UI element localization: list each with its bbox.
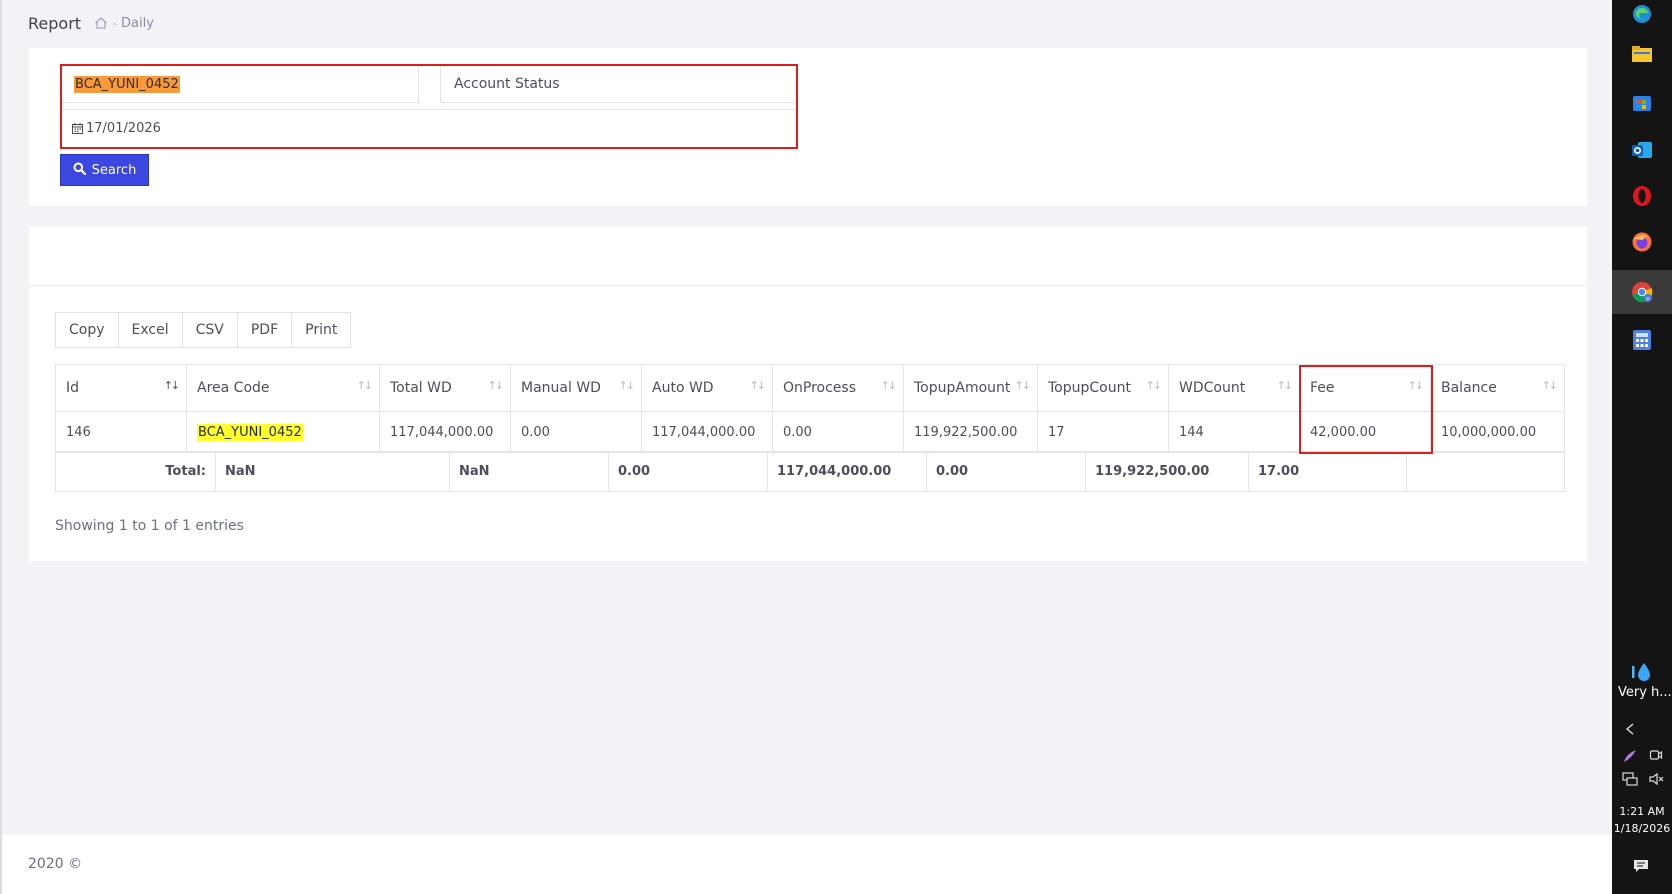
table-row: 146 BCA_YUNI_0452 117,044,000.00 0.00 11… xyxy=(55,411,1565,453)
total-value: 0.00 xyxy=(608,451,768,492)
breadcrumb-current[interactable]: Daily xyxy=(121,16,154,31)
header-balance[interactable]: Balance ↑↓ xyxy=(1430,364,1565,412)
chevron-left-icon[interactable] xyxy=(1625,723,1635,738)
pdf-button[interactable]: PDF xyxy=(238,313,293,347)
search-button-label: Search xyxy=(91,162,137,178)
area-code-highlight: BCA_YUNI_0452 xyxy=(197,423,303,441)
totals-row-table: Total: NaN NaN 0.00 117,044,000.00 0.00 … xyxy=(55,451,1565,492)
search-button[interactable]: Search xyxy=(60,154,149,186)
taskbar-time[interactable]: 1:21 AM xyxy=(1612,805,1672,818)
cell-balance: 10,000,000.00 xyxy=(1430,411,1565,453)
header-onprocess[interactable]: OnProcess ↑↓ xyxy=(772,364,904,412)
print-button[interactable]: Print xyxy=(292,313,350,347)
taskbar-date[interactable]: 1/18/2026 xyxy=(1612,822,1672,835)
chrome-profile-icon[interactable]: p xyxy=(1628,278,1656,306)
export-buttons: Copy Excel CSV PDF Print xyxy=(55,312,352,348)
svg-text:p: p xyxy=(1646,296,1649,302)
sort-icon: ↑↓ xyxy=(1276,379,1294,392)
totals-label: Total: xyxy=(55,451,216,492)
sort-icon: ↑↓ xyxy=(1541,379,1559,392)
firefox-icon[interactable] xyxy=(1628,228,1656,256)
total-value: 117,044,000.00 xyxy=(767,451,927,492)
header-wdcount[interactable]: WDCount ↑↓ xyxy=(1168,364,1300,412)
total-value: NaN xyxy=(215,451,450,492)
sort-icon: ↑↓ xyxy=(1014,379,1032,392)
cell-topup-count: 17 xyxy=(1037,411,1169,453)
sort-icon: ↑↓ xyxy=(618,379,636,392)
volume-muted-icon[interactable] xyxy=(1649,772,1665,789)
total-value: 0.00 xyxy=(926,451,1086,492)
pen-icon[interactable] xyxy=(1622,748,1638,767)
weather-text[interactable]: Very h... xyxy=(1618,685,1672,700)
header-area-code[interactable]: Area Code ↑↓ xyxy=(186,364,380,412)
search-icon xyxy=(73,162,86,179)
weather-icon[interactable] xyxy=(1628,658,1656,686)
cell-id: 146 xyxy=(55,411,187,453)
totals-row: Total: NaN NaN 0.00 117,044,000.00 0.00 … xyxy=(55,451,1565,492)
report-table: Id ↑↓ Area Code ↑↓ Total WD ↑↓ Manual WD ↑↓ … xyxy=(55,364,1565,453)
sort-icon: ↑↓ xyxy=(880,379,898,392)
header-fee[interactable]: Fee ↑↓ xyxy=(1299,364,1431,412)
table-info: Showing 1 to 1 of 1 entries xyxy=(55,518,244,534)
calculator-icon[interactable] xyxy=(1628,326,1656,354)
opera-icon[interactable] xyxy=(1628,182,1656,210)
total-value: 119,922,500.00 xyxy=(1085,451,1249,492)
table-header-row: Id ↑↓ Area Code ↑↓ Total WD ↑↓ Manual WD ↑↓ … xyxy=(55,364,1565,412)
total-value: NaN xyxy=(449,451,609,492)
breadcrumb-separator: - xyxy=(113,16,118,30)
filters-highlight-box xyxy=(60,64,798,149)
meet-now-icon[interactable] xyxy=(1649,748,1663,765)
header-manual-wd[interactable]: Manual WD ↑↓ xyxy=(510,364,642,412)
home-icon[interactable] xyxy=(93,15,109,31)
edge-icon[interactable] xyxy=(1628,0,1656,28)
copy-button[interactable]: Copy xyxy=(56,313,119,347)
sort-icon: ↑↓ xyxy=(1407,379,1425,392)
header-total-wd[interactable]: Total WD ↑↓ xyxy=(379,364,511,412)
cell-topup-amount: 119,922,500.00 xyxy=(903,411,1038,453)
header-topup-count[interactable]: TopupCount ↑↓ xyxy=(1037,364,1169,412)
footer-text: 2020 © xyxy=(28,856,83,872)
cell-wdcount: 144 xyxy=(1168,411,1300,453)
breadcrumb: Report - Daily xyxy=(28,12,154,34)
cell-area-code: BCA_YUNI_0452 xyxy=(186,411,380,453)
total-value xyxy=(1406,451,1565,492)
file-explorer-icon[interactable] xyxy=(1628,40,1656,68)
cell-manual-wd: 0.00 xyxy=(510,411,642,453)
cell-auto-wd: 117,044,000.00 xyxy=(641,411,773,453)
notifications-icon[interactable] xyxy=(1633,858,1649,877)
sort-icon: ↑↓ xyxy=(487,379,505,392)
cell-onprocess: 0.00 xyxy=(772,411,904,453)
header-auto-wd[interactable]: Auto WD ↑↓ xyxy=(641,364,773,412)
cell-total-wd: 117,044,000.00 xyxy=(379,411,511,453)
windows-taskbar: p Very h... 1:21 AM 1/18/2026 xyxy=(1612,0,1672,894)
csv-button[interactable]: CSV xyxy=(183,313,238,347)
footer: 2020 © xyxy=(2,835,1612,894)
header-topup-amount[interactable]: TopupAmount ↑↓ xyxy=(903,364,1038,412)
network-icon[interactable] xyxy=(1622,772,1638,789)
sort-icon: ↑↓ xyxy=(749,379,767,392)
excel-button[interactable]: Excel xyxy=(119,313,183,347)
page-title: Report xyxy=(28,13,82,33)
app-window: Report - Daily BCA_YUNI_0452 Account Sta… xyxy=(0,0,1612,894)
total-value: 17.00 xyxy=(1248,451,1407,492)
cell-fee: 42,000.00 xyxy=(1299,411,1431,453)
store-icon[interactable] xyxy=(1628,88,1656,116)
sort-icon: ↑↓ xyxy=(1145,379,1163,392)
sort-icon: ↑↓ xyxy=(356,379,374,392)
card-divider xyxy=(29,285,1587,286)
header-id[interactable]: Id ↑↓ xyxy=(55,364,187,412)
outlook-icon[interactable] xyxy=(1628,136,1656,164)
sort-icon: ↑↓ xyxy=(163,379,181,392)
